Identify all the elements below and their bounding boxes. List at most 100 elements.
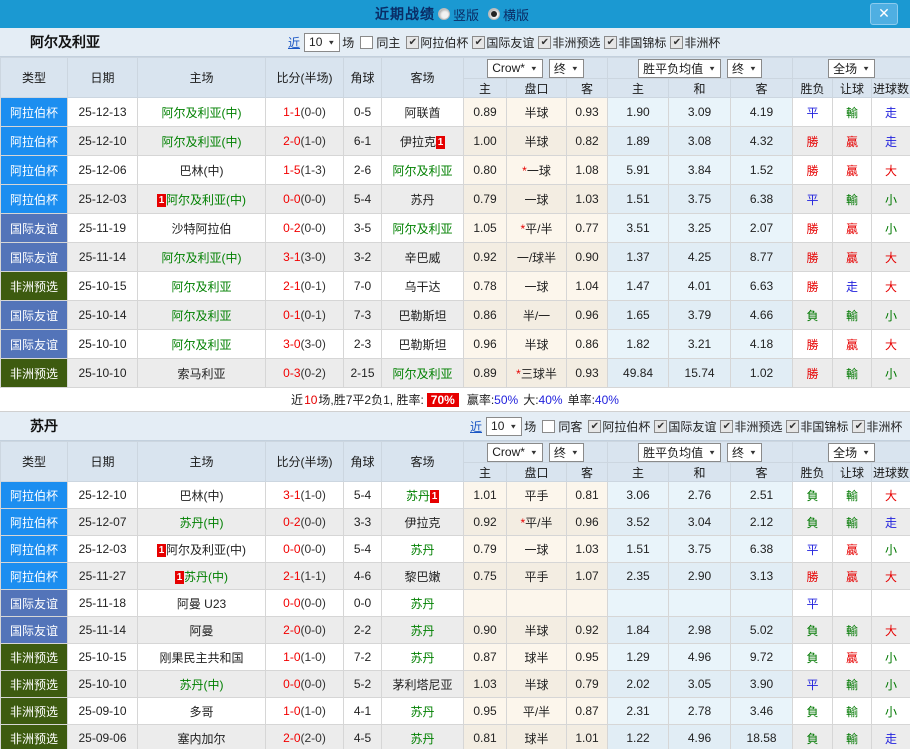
result-cell: 平: [792, 97, 834, 127]
away-odds: 0.92: [565, 616, 609, 644]
summary-stats: 赢率:50% 大:40% 单率:40%: [462, 391, 619, 408]
goals-result-cell: 大: [871, 562, 910, 590]
competition-checkbox[interactable]: ✔: [406, 35, 420, 49]
column-header: 角球: [343, 57, 382, 98]
home-team-cell: 巴林(中): [137, 155, 266, 185]
corner-count: 2-6: [343, 155, 382, 185]
odds-source-select[interactable]: Crow* ▼: [487, 58, 543, 78]
competition-type: 国际友谊: [0, 616, 68, 644]
odds-source-select[interactable]: Crow* ▼: [487, 442, 543, 462]
avg-odds-select[interactable]: 胜平负均值 ▼: [638, 58, 722, 78]
close-button[interactable]: ✕: [870, 3, 898, 25]
chevron-down-icon: ▼: [862, 448, 871, 456]
goals-result-cell: 走: [871, 508, 910, 536]
competition-checkbox[interactable]: ✔: [654, 419, 668, 433]
goals-result-cell: 大: [871, 329, 910, 359]
handicap: 一/球半: [516, 250, 557, 265]
avg-draw-odds: 2.76: [668, 481, 732, 509]
odds-time-select[interactable]: 终 ▼: [548, 442, 584, 462]
handicap-result-cell: 輸: [832, 616, 873, 644]
home-odds: 0.86: [463, 300, 507, 330]
avg-draw-odds: [668, 589, 732, 617]
competition-type: 阿拉伯杯: [0, 481, 68, 509]
avg-home-odds: 1.37: [607, 242, 670, 272]
avg-draw-odds: 3.84: [668, 155, 732, 185]
scope-select[interactable]: 全场 ▼: [828, 58, 876, 78]
competition-type: 非洲预选: [0, 271, 68, 301]
corner-count: 2-2: [343, 616, 382, 644]
odds-time-select[interactable]: 终 ▼: [548, 58, 584, 78]
handicap-cell: 球半: [506, 643, 567, 671]
match-date: 25-10-10: [67, 358, 138, 388]
competition-checkbox[interactable]: ✔: [472, 35, 486, 49]
horizontal-layout-radio[interactable]: [488, 8, 500, 20]
home-team: 阿尔及利亚(中): [166, 192, 246, 207]
chevron-down-icon: ▼: [509, 422, 518, 430]
column-header: 客: [730, 462, 794, 482]
result-cell: 負: [792, 643, 834, 671]
full-time-score: 0-2: [283, 221, 301, 235]
table-row: 国际友谊 25-10-14 阿尔及利亚 0-1(0-1) 7-3 巴勒斯坦 0.…: [0, 300, 910, 330]
avg-away-odds: 4.32: [730, 126, 794, 156]
corner-count: 5-4: [343, 481, 382, 509]
home-odds: 0.87: [463, 643, 507, 671]
same-venue-checkbox[interactable]: [360, 35, 374, 49]
match-date: 25-11-14: [67, 242, 138, 272]
summary-lead: 近: [291, 393, 304, 407]
result-cell: 勝: [792, 213, 834, 243]
competition-checkbox[interactable]: ✔: [670, 35, 684, 49]
home-odds: 0.96: [463, 329, 507, 359]
avg-time-select[interactable]: 终 ▼: [727, 58, 762, 78]
half-time-score: (0-1): [300, 308, 326, 322]
results-table: 类型 日期 主场 比分(半场) 角球 客场 Crow* ▼ 终 ▼ 胜平负均值 …: [0, 57, 910, 388]
home-odds: 0.95: [463, 697, 507, 725]
away-odds: 0.86: [565, 329, 609, 359]
competition-checkbox[interactable]: ✔: [786, 419, 800, 433]
handicap-result-cell: 輸: [832, 481, 873, 509]
avg-draw-odds: 2.78: [668, 697, 732, 725]
near-link[interactable]: 近: [470, 418, 482, 435]
home-odds: 0.89: [463, 358, 507, 388]
avg-odds-select[interactable]: 胜平负均值 ▼: [638, 442, 722, 462]
handicap-result-cell: 輸: [832, 508, 873, 536]
competition-checkbox[interactable]: ✔: [720, 419, 734, 433]
home-odds: 0.78: [463, 271, 507, 301]
vertical-layout-radio[interactable]: [437, 8, 450, 20]
corner-count: 7-0: [343, 271, 382, 301]
match-date: 25-11-27: [67, 562, 138, 590]
column-header: 盘口: [506, 78, 567, 98]
avg-away-odds: 2.12: [730, 508, 794, 536]
competition-filters: ✔ 阿拉伯杯 ✔ 国际友谊 ✔ 非洲预选 ✔ 非国锦标 ✔ 非洲杯: [584, 418, 902, 435]
score-cell: 2-0(2-0): [265, 724, 344, 749]
summary-stat-value: 50%: [494, 393, 519, 407]
competition-checkbox[interactable]: ✔: [588, 419, 602, 433]
same-venue-checkbox[interactable]: [542, 419, 556, 433]
avg-draw-odds: 3.04: [668, 508, 732, 536]
away-team: 阿尔及利亚: [392, 163, 453, 178]
scope-select[interactable]: 全场 ▼: [828, 442, 876, 462]
competition-type: 阿拉伯杯: [0, 535, 68, 563]
summary-stat-label: 赢率:: [466, 393, 495, 407]
chevron-down-icon: ▼: [862, 64, 871, 72]
near-link[interactable]: 近: [288, 34, 300, 51]
handicap: 半/一: [522, 308, 551, 323]
competition-checkbox[interactable]: ✔: [538, 35, 552, 49]
competition-label: 国际友谊: [486, 35, 535, 50]
recent-count-select[interactable]: 10 ▼: [304, 32, 341, 52]
away-red-card-badge: 1: [430, 489, 439, 503]
competition-type: 阿拉伯杯: [0, 562, 68, 590]
half-time-score: (1-0): [300, 134, 326, 148]
avg-home-odds: 1.51: [607, 184, 670, 214]
competition-checkbox[interactable]: ✔: [852, 419, 866, 433]
away-odds: 0.82: [565, 126, 609, 156]
avg-draw-odds: 4.01: [668, 271, 732, 301]
avg-time-select[interactable]: 终 ▼: [727, 442, 762, 462]
away-team: 苏丹: [410, 623, 435, 638]
goals-result-cell: 小: [871, 213, 910, 243]
handicap-result-cell: 輸: [832, 724, 873, 749]
competition-checkbox[interactable]: ✔: [604, 35, 618, 49]
competition-type: 非洲预选: [0, 697, 68, 725]
recent-count-select[interactable]: 10 ▼: [486, 416, 523, 436]
team-name: 苏丹: [30, 418, 58, 434]
avg-away-odds: 3.90: [730, 670, 794, 698]
